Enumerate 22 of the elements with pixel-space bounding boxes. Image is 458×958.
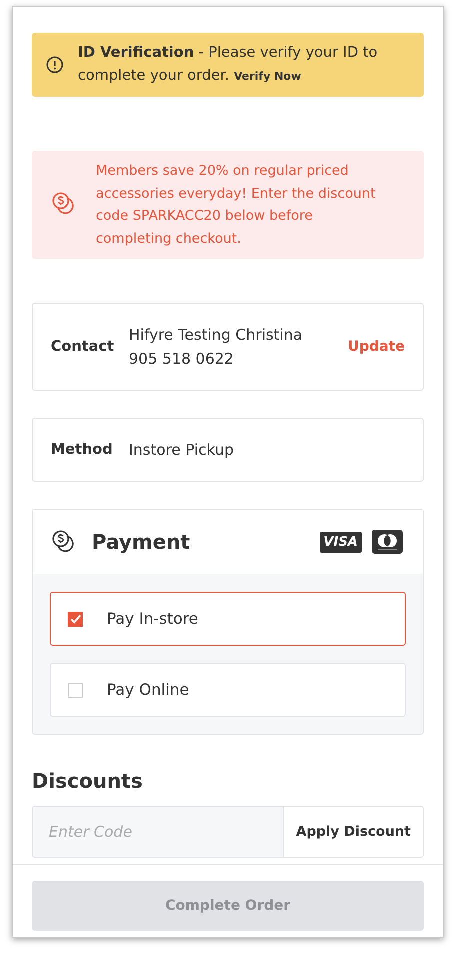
- card-brand-icon: [372, 530, 403, 554]
- method-value: Instore Pickup: [129, 440, 234, 461]
- checkbox[interactable]: [68, 682, 83, 698]
- visa-logo: VISA: [320, 532, 362, 552]
- verification-message: ID Verification - Please verify your ID to complete your order. Verify Now: [78, 44, 379, 86]
- promo-message: Members save 20% on regular priced accessories everyday! Enter the discount code SPARKACC20 below before completing checkout.: [96, 162, 377, 248]
- contact-name: Hifyre Testing Christina: [129, 325, 304, 346]
- update-link[interactable]: Update: [348, 339, 405, 355]
- payment-title: Payment: [92, 530, 192, 554]
- method-label: Method: [51, 442, 114, 458]
- payment-option[interactable]: Pay Online: [50, 663, 406, 717]
- contact-phone: 905 518 0622: [129, 349, 235, 370]
- discounts-heading: Discounts: [32, 769, 144, 793]
- contact-label: Contact: [51, 339, 116, 355]
- payment-option[interactable]: Pay In-store: [50, 592, 406, 646]
- checkbox[interactable]: [68, 612, 83, 626]
- option-label: Pay Online: [107, 681, 190, 699]
- coins-icon: [52, 530, 76, 554]
- check-icon: [70, 613, 82, 625]
- verify-now-link[interactable]: Verify Now: [234, 70, 302, 83]
- warning-icon: [46, 56, 64, 74]
- option-label: Pay In-store: [107, 610, 198, 628]
